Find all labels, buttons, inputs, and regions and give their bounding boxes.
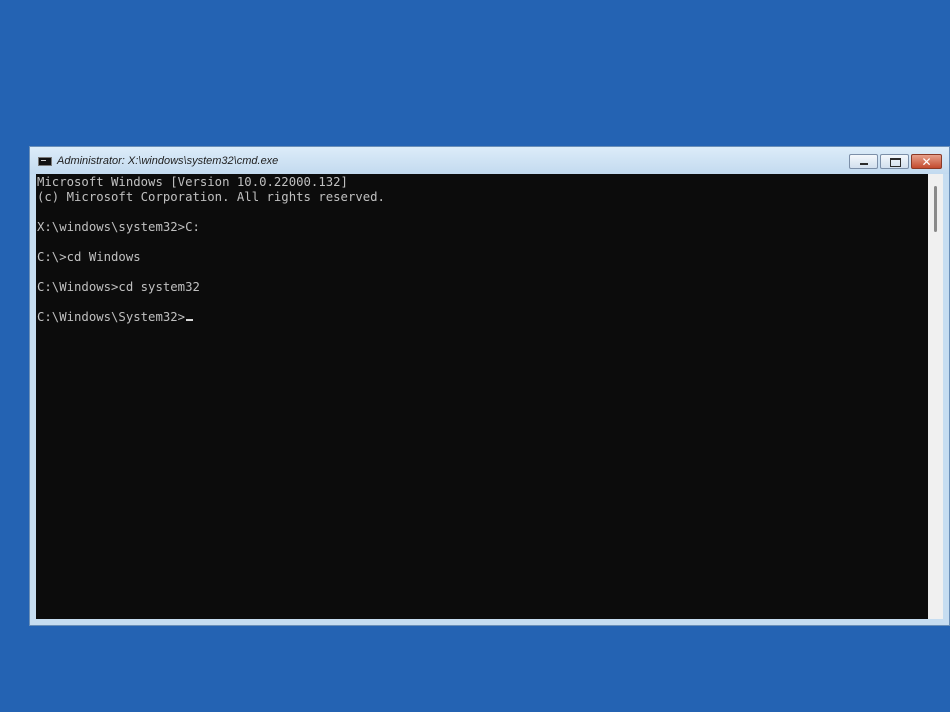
- cmd-icon[interactable]: [38, 157, 52, 166]
- text-cursor: [186, 319, 194, 321]
- restore-icon: [890, 158, 901, 167]
- close-button[interactable]: ✕: [911, 154, 942, 169]
- maximize-button[interactable]: [880, 154, 909, 169]
- console-prompt: C:\Windows\System32>: [37, 310, 186, 324]
- console-output[interactable]: Microsoft Windows [Version 10.0.22000.13…: [36, 174, 928, 619]
- minimize-icon: [860, 163, 868, 165]
- vertical-scrollbar[interactable]: [928, 174, 943, 619]
- minimize-button[interactable]: [849, 154, 878, 169]
- console-prompt-line[interactable]: C:\Windows\System32>: [37, 310, 194, 325]
- window-title: Administrator: X:\windows\system32\cmd.e…: [57, 155, 279, 167]
- console-line: Microsoft Windows [Version 10.0.22000.13…: [37, 175, 348, 189]
- close-icon: ✕: [921, 155, 932, 169]
- console-line: C:\>cd Windows: [37, 250, 141, 264]
- scrollbar-thumb[interactable]: [934, 186, 937, 232]
- console-line: (c) Microsoft Corporation. All rights re…: [37, 190, 385, 204]
- title-bar[interactable]: Administrator: X:\windows\system32\cmd.e…: [30, 147, 949, 174]
- console-line: X:\windows\system32>C:: [37, 220, 200, 234]
- console-line: C:\Windows>cd system32: [37, 280, 200, 294]
- cmd-window: Administrator: X:\windows\system32\cmd.e…: [29, 146, 950, 626]
